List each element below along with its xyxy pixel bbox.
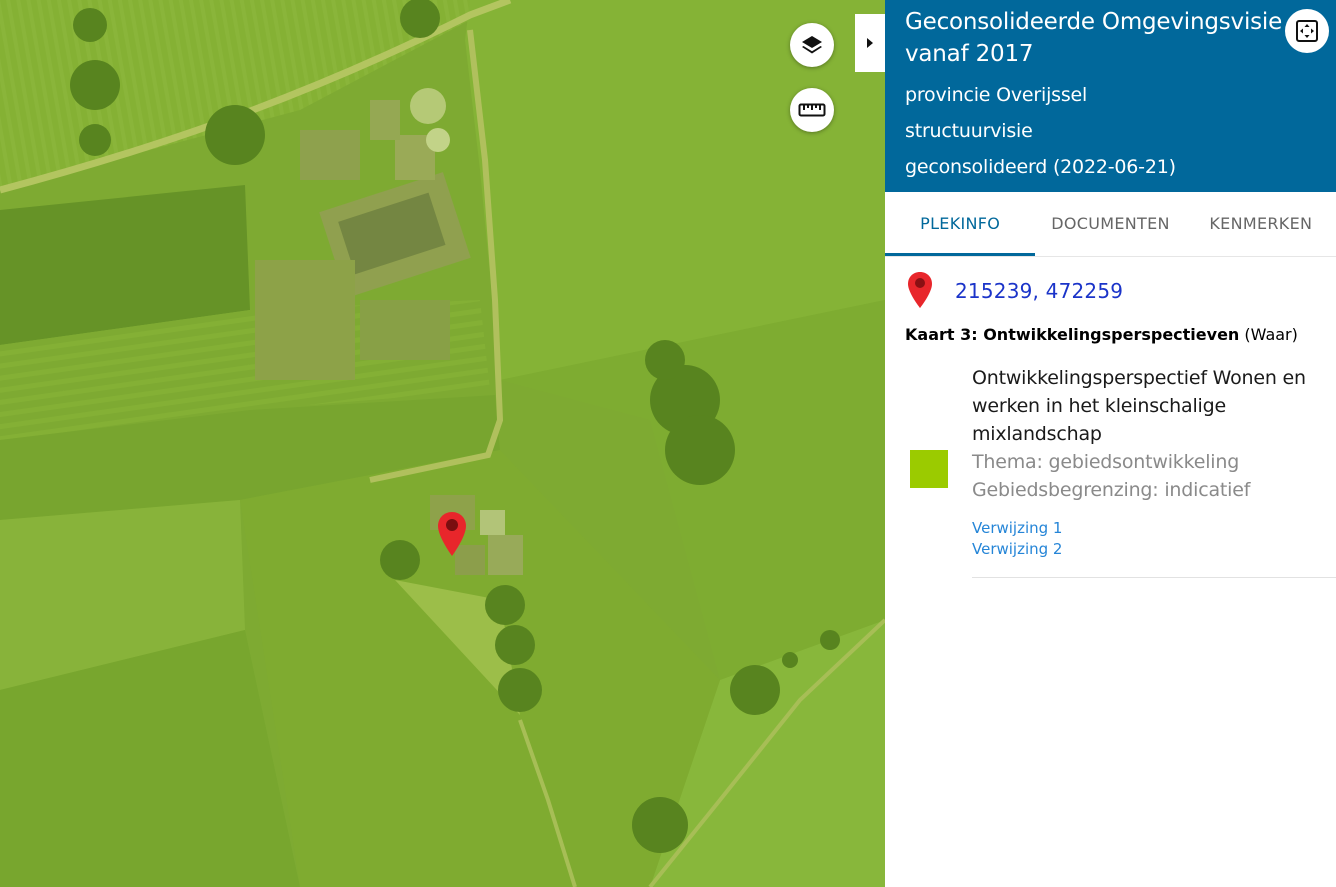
map-view[interactable]: [0, 0, 885, 887]
fullscreen-icon: [1296, 20, 1318, 42]
reference-link-1[interactable]: Verwijzing 1: [972, 518, 1332, 539]
tab-plekinfo[interactable]: PLEKINFO: [885, 192, 1036, 256]
feature-item: Ontwikkelingsperspectief Wonen en werken…: [885, 364, 1336, 604]
caret-right-icon: [867, 38, 873, 48]
measure-button[interactable]: [790, 88, 834, 132]
tab-documenten[interactable]: DOCUMENTEN: [1035, 192, 1185, 256]
fullscreen-button[interactable]: [1285, 9, 1329, 53]
tab-kenmerken[interactable]: KENMERKEN: [1186, 192, 1336, 256]
feature-text: Ontwikkelingsperspectief Wonen en werken…: [972, 364, 1332, 560]
ruler-icon: [798, 103, 826, 117]
map-name-suffix: (Waar): [1239, 325, 1298, 344]
map-name: Kaart 3: Ontwikkelingsperspectieven (Waa…: [885, 325, 1336, 344]
feature-theme: Thema: gebiedsontwikkeling: [972, 451, 1240, 473]
coordinates[interactable]: 215239, 472259: [955, 279, 1123, 303]
layers-button[interactable]: [790, 23, 834, 67]
panel-tabs: PLEKINFO DOCUMENTEN KENMERKEN: [885, 192, 1336, 257]
location-marker-icon[interactable]: [437, 511, 467, 557]
legend-swatch: [910, 450, 948, 488]
info-panel: Geconsolideerde Omgevingsvisie vanaf 201…: [885, 0, 1336, 887]
feature-title: Ontwikkelingsperspectief Wonen en werken…: [972, 367, 1306, 445]
aerial-photo: [0, 0, 885, 887]
plan-type: structuurvisie: [905, 120, 1033, 142]
location-row: 215239, 472259: [885, 257, 1336, 327]
plan-status: geconsolideerd (2022-06-21): [905, 156, 1176, 178]
reference-link-2[interactable]: Verwijzing 2: [972, 539, 1332, 560]
plan-authority: provincie Overijssel: [905, 84, 1088, 106]
reference-links: Verwijzing 1 Verwijzing 2: [972, 518, 1332, 560]
layers-icon: [802, 36, 822, 54]
plan-title: Geconsolideerde Omgevingsvisie vanaf 201…: [905, 9, 1283, 67]
panel-header: Geconsolideerde Omgevingsvisie vanaf 201…: [885, 0, 1336, 192]
divider: [972, 577, 1336, 578]
feature-boundary: Gebiedsbegrenzing: indicatief: [972, 479, 1251, 501]
collapse-panel-tab[interactable]: [855, 14, 885, 72]
map-name-title: Kaart 3: Ontwikkelingsperspectieven: [905, 325, 1240, 344]
location-pin-icon: [908, 272, 932, 308]
